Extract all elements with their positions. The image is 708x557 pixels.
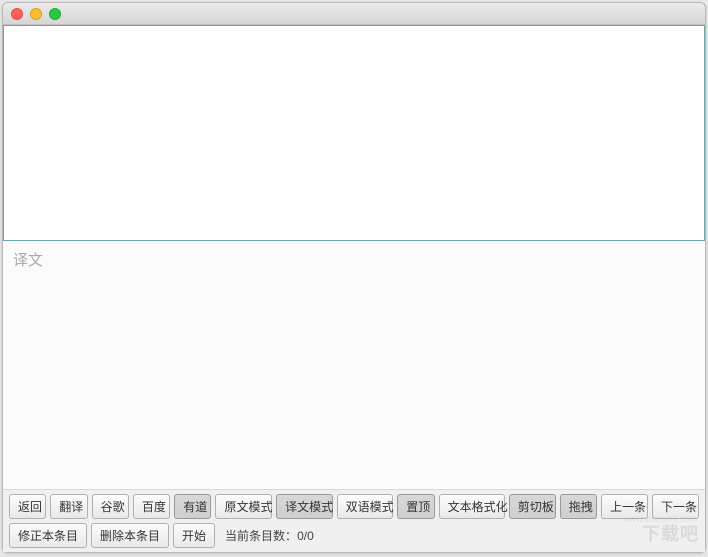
titlebar[interactable] bbox=[3, 3, 705, 25]
google-button[interactable]: 谷歌 bbox=[92, 494, 129, 519]
translation-mode-button[interactable]: 译文模式 bbox=[276, 494, 333, 519]
delete-entry-button[interactable]: 删除本条目 bbox=[91, 523, 169, 548]
minimize-icon[interactable] bbox=[30, 8, 42, 20]
maximize-icon[interactable] bbox=[49, 8, 61, 20]
toolbar: 返回 翻译 谷歌 百度 有道 原文模式 译文模式 双语模式 置顶 文本格式化 剪… bbox=[3, 489, 705, 552]
youdao-button[interactable]: 有道 bbox=[174, 494, 211, 519]
drag-button[interactable]: 拖拽 bbox=[560, 494, 597, 519]
toolbar-row-1: 返回 翻译 谷歌 百度 有道 原文模式 译文模式 双语模式 置顶 文本格式化 剪… bbox=[9, 494, 699, 519]
prev-button[interactable]: 上一条 bbox=[601, 494, 648, 519]
toolbar-row-2: 修正本条目 删除本条目 开始 当前条目数：0/0 bbox=[9, 523, 699, 548]
next-button[interactable]: 下一条 bbox=[652, 494, 699, 519]
baidu-button[interactable]: 百度 bbox=[133, 494, 170, 519]
source-mode-button[interactable]: 原文模式 bbox=[215, 494, 272, 519]
translation-output: 译文 bbox=[3, 241, 705, 489]
clipboard-button[interactable]: 剪切板 bbox=[509, 494, 556, 519]
source-input[interactable] bbox=[3, 25, 705, 241]
close-icon[interactable] bbox=[11, 8, 23, 20]
app-window: 译文 返回 翻译 谷歌 百度 有道 原文模式 译文模式 双语模式 置顶 文本格式… bbox=[2, 2, 706, 553]
translate-button[interactable]: 翻译 bbox=[50, 494, 87, 519]
status-count-label: 当前条目数： bbox=[225, 529, 297, 543]
status-count: 当前条目数：0/0 bbox=[219, 524, 320, 547]
status-count-value: 0/0 bbox=[297, 529, 314, 543]
bilingual-mode-button[interactable]: 双语模式 bbox=[337, 494, 394, 519]
text-format-button[interactable]: 文本格式化 bbox=[439, 494, 505, 519]
back-button[interactable]: 返回 bbox=[9, 494, 46, 519]
start-button[interactable]: 开始 bbox=[173, 523, 215, 548]
pin-top-button[interactable]: 置顶 bbox=[397, 494, 434, 519]
content-area: 译文 bbox=[3, 25, 705, 489]
fix-entry-button[interactable]: 修正本条目 bbox=[9, 523, 87, 548]
